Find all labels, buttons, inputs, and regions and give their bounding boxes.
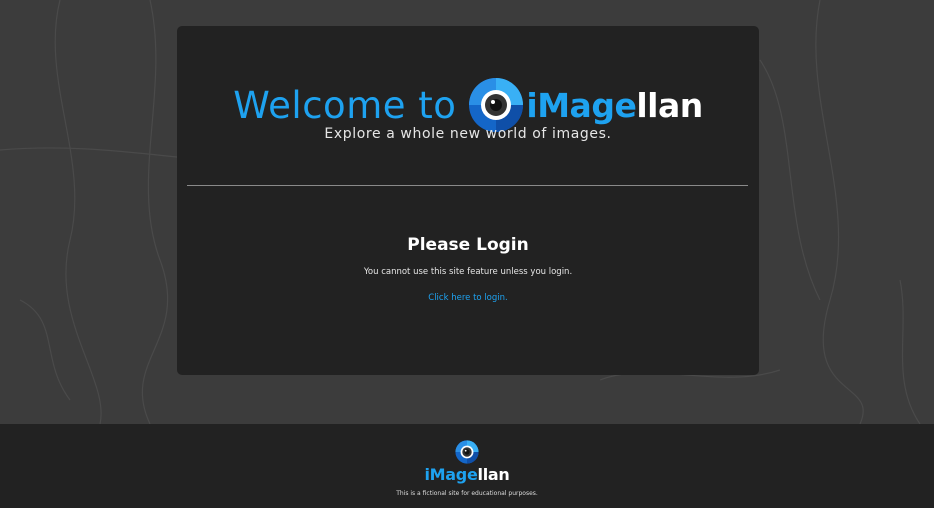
camera-lens-icon bbox=[455, 440, 479, 464]
footer-note: This is a fictional site for educational… bbox=[396, 490, 538, 497]
divider bbox=[187, 185, 748, 186]
login-link[interactable]: Click here to login. bbox=[177, 293, 759, 303]
login-message: You cannot use this site feature unless … bbox=[363, 267, 573, 277]
footer-brand: iMagellan bbox=[424, 465, 510, 484]
camera-lens-icon bbox=[469, 78, 524, 132]
welcome-panel: Welcome to iMagellan Explore a whole new… bbox=[177, 26, 759, 375]
welcome-text: Welcome to bbox=[233, 83, 457, 127]
footer: iMagellan This is a fictional site for e… bbox=[0, 424, 934, 508]
brand-name: iMagellan bbox=[526, 85, 703, 125]
tagline: Explore a whole new world of images. bbox=[324, 126, 612, 142]
login-title: Please Login bbox=[407, 235, 529, 255]
